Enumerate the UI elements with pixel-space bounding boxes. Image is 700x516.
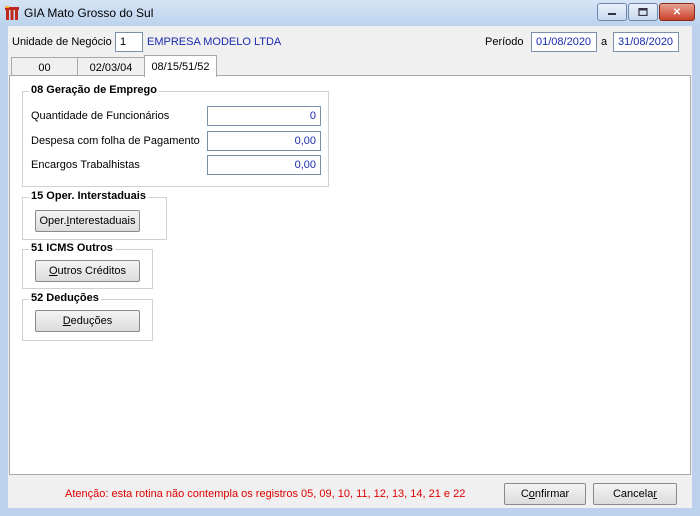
period-end-field[interactable]: 31/08/2020 [613, 32, 679, 52]
app-logo-icon [5, 6, 19, 20]
group-geracao-emprego-title: 08 Geração de Emprego [29, 84, 159, 96]
oper-interestaduais-button[interactable]: Oper. Interestaduais [35, 210, 140, 232]
cancel-button-text: Cancela [612, 488, 654, 500]
deducoes-button-mnemonic: D [62, 315, 71, 327]
tab-00[interactable]: 00 [11, 57, 78, 77]
confirm-button-text: C [520, 488, 529, 500]
period-separator: a [601, 36, 608, 48]
window-title: GIA Mato Grosso do Sul [24, 6, 154, 20]
group-icms-outros-title: 51 ICMS Outros [29, 242, 115, 254]
close-icon: ✕ [672, 6, 682, 18]
confirm-button[interactable]: Co nfirmar [504, 483, 586, 505]
group-oper-interestaduais-title: 15 Oper. Interstaduais [29, 190, 148, 202]
cancel-button-mnemonic: r [653, 488, 658, 500]
maximize-button[interactable] [628, 3, 658, 21]
group-oper-interestaduais: 15 Oper. Interstaduais Oper. Interestadu… [22, 190, 167, 240]
unit-code-field[interactable]: 1 [115, 32, 143, 52]
group-deducoes: 52 Deduções Deduções [22, 292, 153, 341]
cancel-button[interactable]: Cancela r [593, 483, 677, 505]
folha-pagamento-field[interactable]: 0,00 [207, 131, 321, 151]
client-area: Unidade de Negócio 1 EMPRESA MODELO LTDA… [8, 26, 692, 508]
minimize-button[interactable] [597, 3, 627, 21]
outros-creditos-button-text-rest: utros Créditos [57, 265, 127, 277]
oper-interestaduais-button-text: Oper. [39, 215, 67, 227]
group-deducoes-title: 52 Deduções [29, 292, 101, 304]
warning-message: Atenção: esta rotina não contempla os re… [65, 488, 466, 500]
group-geracao-emprego: 08 Geração de Emprego Quantidade de Func… [22, 84, 329, 187]
deducoes-button[interactable]: Deduções [35, 310, 140, 332]
tab-02-03-04[interactable]: 02/03/04 [77, 57, 145, 77]
folha-pagamento-label: Despesa com folha de Pagamento [31, 135, 200, 147]
company-name: EMPRESA MODELO LTDA [147, 36, 282, 48]
group-icms-outros: 51 ICMS Outros Outros Créditos [22, 242, 153, 289]
encargos-label: Encargos Trabalhistas [31, 159, 140, 171]
outros-creditos-button[interactable]: Outros Créditos [35, 260, 140, 282]
close-button[interactable]: ✕ [659, 3, 695, 21]
outros-creditos-button-mnemonic: O [48, 265, 58, 277]
unit-label: Unidade de Negócio [12, 36, 112, 48]
funcionarios-field[interactable]: 0 [207, 106, 321, 126]
funcionarios-label: Quantidade de Funcionários [31, 110, 170, 122]
deducoes-button-text-rest: eduções [70, 315, 113, 327]
tab-panel: 08 Geração de Emprego Quantidade de Func… [9, 75, 691, 475]
oper-interestaduais-button-text-rest: nterestaduais [69, 215, 136, 227]
app-window: GIA Mato Grosso do Sul ✕ Unidade de Negó… [0, 0, 700, 516]
title-bar[interactable]: GIA Mato Grosso do Sul ✕ [0, 0, 700, 26]
period-start-field[interactable]: 01/08/2020 [531, 32, 597, 52]
period-label: Período [485, 36, 524, 48]
maximize-icon [638, 8, 648, 16]
minimize-icon [608, 13, 616, 15]
tab-08-15-51-52[interactable]: 08/15/51/52 [144, 55, 217, 77]
encargos-field[interactable]: 0,00 [207, 155, 321, 175]
confirm-button-text-rest: nfirmar [534, 488, 570, 500]
